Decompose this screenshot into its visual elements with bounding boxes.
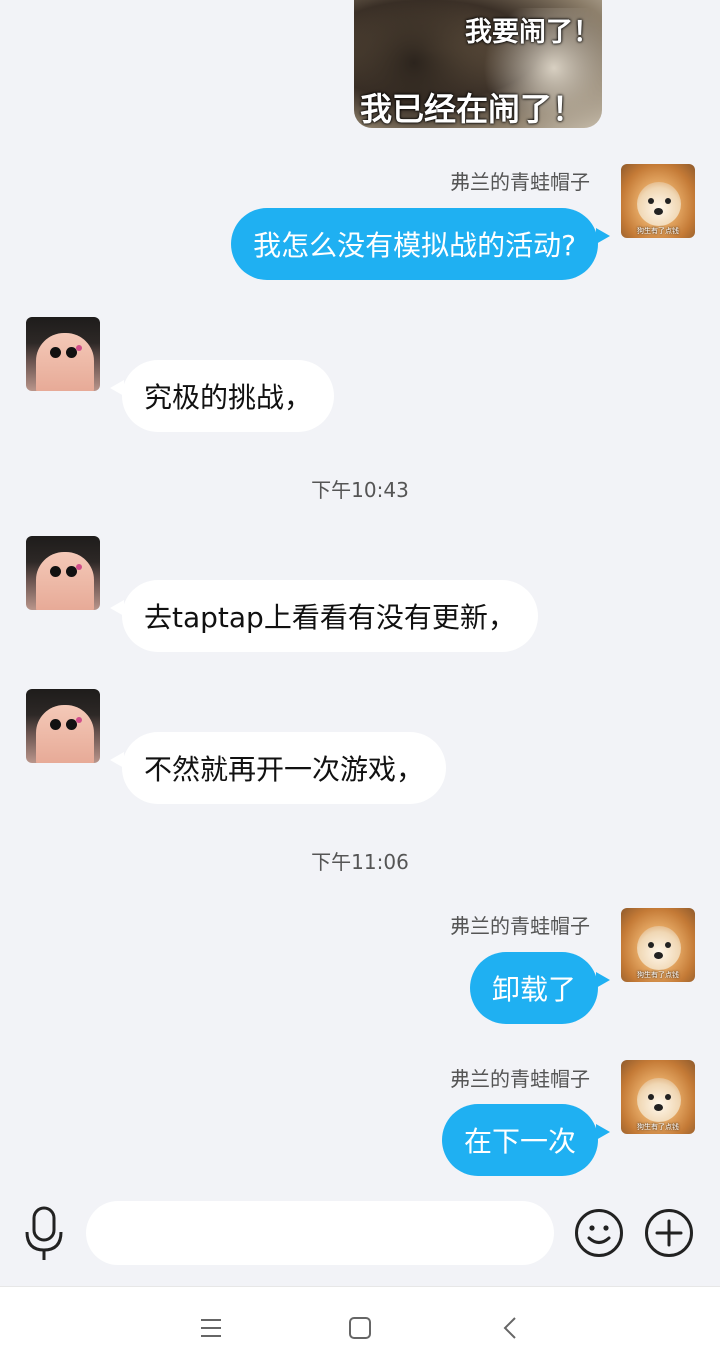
message-bubble-outgoing[interactable]: 卸载了	[469, 952, 610, 1024]
home-icon[interactable]	[345, 1313, 375, 1343]
sender-name: 弗兰的青蛙帽子	[450, 1067, 590, 1091]
message-text: 在下一次	[441, 1104, 598, 1176]
avatar[interactable]: 狗生有了点钱	[621, 908, 695, 982]
message-text: 去taptap上看看有没有更新，	[122, 580, 538, 652]
sticker-image[interactable]: 我要闹了！ 我已经在闹了！	[354, 0, 602, 128]
plus-icon[interactable]	[644, 1208, 694, 1258]
smiley-icon[interactable]	[574, 1208, 624, 1258]
avatar[interactable]	[26, 317, 100, 391]
timestamp: 下午11:06	[311, 850, 409, 874]
avatar-caption: 狗生有了点钱	[637, 971, 679, 979]
message-text: 卸载了	[469, 952, 598, 1024]
message-text: 不然就再开一次游戏，	[122, 732, 447, 804]
avatar[interactable]: 狗生有了点钱	[621, 164, 695, 238]
sender-name: 弗兰的青蛙帽子	[450, 914, 590, 938]
message-text: 我怎么没有模拟战的活动?	[231, 208, 598, 280]
message-input[interactable]	[86, 1201, 554, 1265]
avatar-caption: 狗生有了点钱	[637, 1123, 679, 1131]
back-icon[interactable]	[496, 1313, 526, 1343]
avatar[interactable]: 狗生有了点钱	[621, 1060, 695, 1134]
sticker-caption-top: 我要闹了！	[465, 17, 600, 48]
message-text: 究极的挑战，	[122, 360, 335, 432]
sticker-caption-bottom: 我已经在闹了！	[360, 90, 585, 128]
avatar-caption: 狗生有了点钱	[637, 227, 679, 235]
message-bubble-incoming[interactable]: 去taptap上看看有没有更新，	[110, 580, 538, 652]
message-bubble-incoming[interactable]: 不然就再开一次游戏，	[110, 732, 447, 804]
sender-name: 弗兰的青蛙帽子	[450, 170, 590, 194]
timestamp: 下午10:43	[311, 478, 409, 502]
avatar[interactable]	[26, 689, 100, 763]
menu-icon[interactable]	[196, 1313, 226, 1343]
message-bubble-incoming[interactable]: 究极的挑战，	[110, 360, 335, 432]
avatar[interactable]	[26, 536, 100, 610]
message-bubble-outgoing[interactable]: 我怎么没有模拟战的活动?	[231, 208, 610, 280]
microphone-icon[interactable]	[22, 1206, 66, 1262]
message-bubble-outgoing[interactable]: 在下一次	[441, 1104, 610, 1176]
